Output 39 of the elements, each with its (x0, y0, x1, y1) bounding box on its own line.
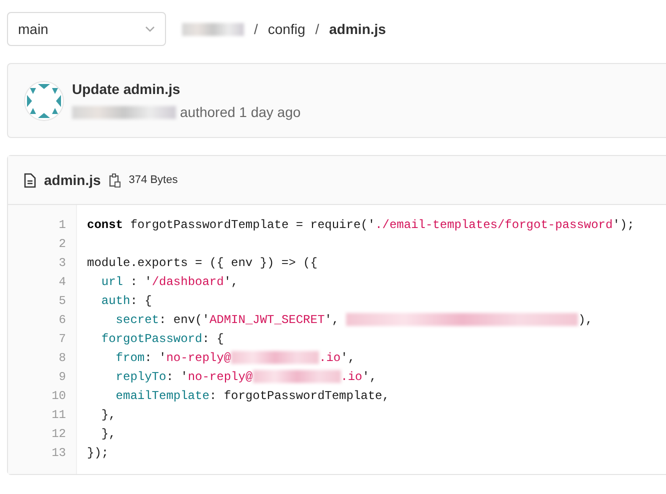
blurred-breadcrumb (182, 22, 244, 36)
file-name: admin.js (44, 170, 101, 190)
file-size: 374 Bytes (128, 172, 178, 188)
line-number: 8 (58, 350, 66, 367)
line-number: 12 (52, 426, 66, 443)
code-line: }, (100, 407, 117, 424)
line-number: 6 (58, 312, 66, 329)
line-number: 5 (58, 293, 66, 310)
code-line: }); (87, 445, 110, 462)
code-line: replyTo: 'no-reply@ .io', (114, 369, 378, 386)
code-line: from: 'no-reply@ .io', (114, 350, 356, 367)
breadcrumb-separator: / (254, 20, 258, 38)
line-number: 4 (58, 274, 66, 291)
code-line: module.exports = ({ env }) => ({ (87, 255, 318, 272)
chevron-down-icon (145, 26, 155, 32)
code-line: const forgotPasswordTemplate = require('./email-templates/forgot-password'); (87, 217, 634, 234)
code-line: secret: env('ADMIN_JWT_SECRET', ), (114, 312, 594, 329)
code-line: }, (100, 426, 117, 443)
line-number: 9 (58, 369, 66, 386)
file-icon (24, 172, 36, 188)
line-number: 10 (52, 388, 66, 405)
branch-select[interactable]: main (7, 12, 166, 46)
breadcrumb-current: admin.js (329, 20, 386, 39)
commit-title[interactable]: Update admin.js (72, 78, 301, 100)
line-number: 3 (58, 255, 66, 272)
line-number: 11 (52, 407, 66, 424)
code-line: url : '/dashboard', (100, 274, 240, 291)
code-line: forgotPassword: { (100, 331, 225, 348)
breadcrumb-separator: / (315, 20, 320, 38)
commit-meta: authored 1 day ago (180, 102, 301, 122)
line-number: 1 (58, 217, 66, 234)
breadcrumb-link[interactable]: config (268, 18, 306, 40)
code-line: emailTemplate: forgotPasswordTemplate, (114, 388, 390, 405)
code-line: auth: { (100, 293, 153, 310)
line-number: 2 (58, 236, 66, 253)
copy-icon[interactable] (108, 172, 121, 188)
avatar-pattern-icon (24, 80, 64, 120)
line-number: 7 (58, 331, 66, 348)
line-number: 13 (52, 445, 66, 462)
